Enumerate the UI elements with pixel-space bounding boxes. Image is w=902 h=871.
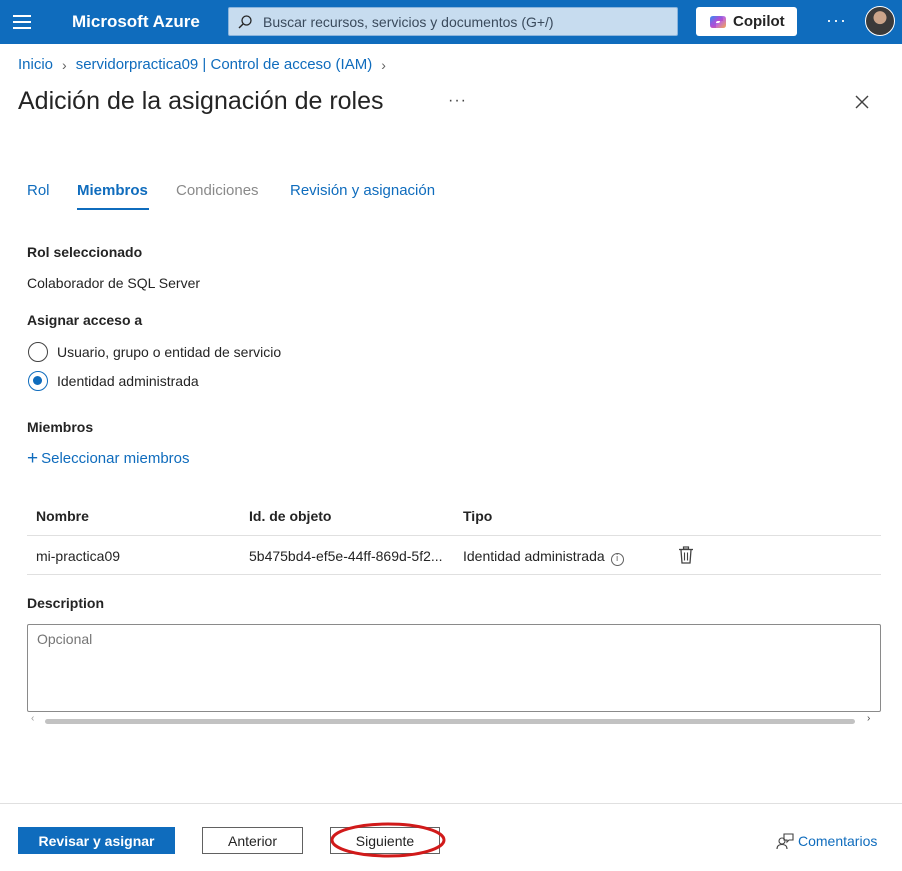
top-bar: Microsoft Azure Buscar recursos, servici… [0,0,902,44]
radio-user-group[interactable] [28,342,48,362]
radio-managed-identity[interactable] [28,371,48,391]
member-object-id: 5b475bd4-ef5e-44ff-869d-5f2... [249,548,443,564]
avatar[interactable] [865,6,895,36]
previous-button[interactable]: Anterior [202,827,303,854]
search-placeholder: Buscar recursos, servicios y documentos … [263,14,554,30]
role-heading: Rol seleccionado [27,244,143,260]
next-button[interactable]: Siguiente [330,827,440,854]
feedback-link[interactable]: Comentarios [776,832,877,850]
active-tab-indicator [77,208,149,210]
plus-icon: + [27,447,39,469]
info-icon[interactable]: i [610,553,624,566]
description-field[interactable] [27,624,881,712]
tab-miembros[interactable]: Miembros [77,182,148,199]
members-table-header: Nombre Id. de objeto Tipo [27,494,881,536]
member-type: Identidad administrada i [463,548,624,566]
review-assign-button[interactable]: Revisar y asignar [18,827,175,854]
assign-heading: Asignar acceso a [27,312,143,328]
scroll-right-icon[interactable]: › [867,713,870,724]
feedback-label: Comentarios [798,833,878,849]
breadcrumb: Inicio › servidorpractica09 | Control de… [18,56,395,73]
select-members-label: Seleccionar miembros [41,450,190,467]
feedback-icon [776,833,794,850]
copilot-icon [710,16,726,28]
delete-icon[interactable] [678,546,694,564]
footer-divider [0,803,902,804]
description-heading: Description [27,595,105,611]
horizontal-scrollbar[interactable]: ‹ › [27,713,881,728]
chevron-right-icon: › [62,56,67,73]
brand-title[interactable]: Microsoft Azure [72,12,200,32]
select-members-link[interactable]: + Seleccionar miembros [27,447,190,469]
copilot-label: Copilot [733,13,785,30]
tab-revision-asignacion[interactable]: Revisión y asignación [290,182,435,199]
col-tipo: Tipo [463,508,493,524]
menu-icon[interactable] [12,12,32,32]
radio-user-group-label[interactable]: Usuario, grupo o entidad de servicio [57,344,281,360]
scrollbar-thumb[interactable] [45,719,855,724]
search-icon [238,15,252,29]
close-icon[interactable] [853,93,871,111]
table-row: mi-practica09 5b475bd4-ef5e-44ff-869d-5f… [27,536,881,575]
members-heading: Miembros [27,419,94,435]
breadcrumb-home[interactable]: Inicio [18,56,53,73]
tab-condiciones: Condiciones [176,182,259,199]
more-options-icon[interactable]: ··· [448,92,467,110]
global-search-input[interactable]: Buscar recursos, servicios y documentos … [228,7,678,36]
chevron-right-icon: › [381,56,386,73]
member-type-label: Identidad administrada [463,548,605,564]
role-value: Colaborador de SQL Server [27,275,201,291]
tab-rol[interactable]: Rol [27,182,50,199]
scroll-left-icon[interactable]: ‹ [31,713,34,724]
radio-managed-identity-label[interactable]: Identidad administrada [57,373,199,389]
col-nombre: Nombre [36,508,89,524]
copilot-button[interactable]: Copilot [696,7,797,36]
more-options-icon[interactable]: ··· [826,10,847,31]
col-id-objeto: Id. de objeto [249,508,332,524]
page-title: Adición de la asignación de roles [18,87,384,115]
member-name: mi-practica09 [36,548,121,564]
breadcrumb-iam[interactable]: servidorpractica09 | Control de acceso (… [76,56,373,73]
